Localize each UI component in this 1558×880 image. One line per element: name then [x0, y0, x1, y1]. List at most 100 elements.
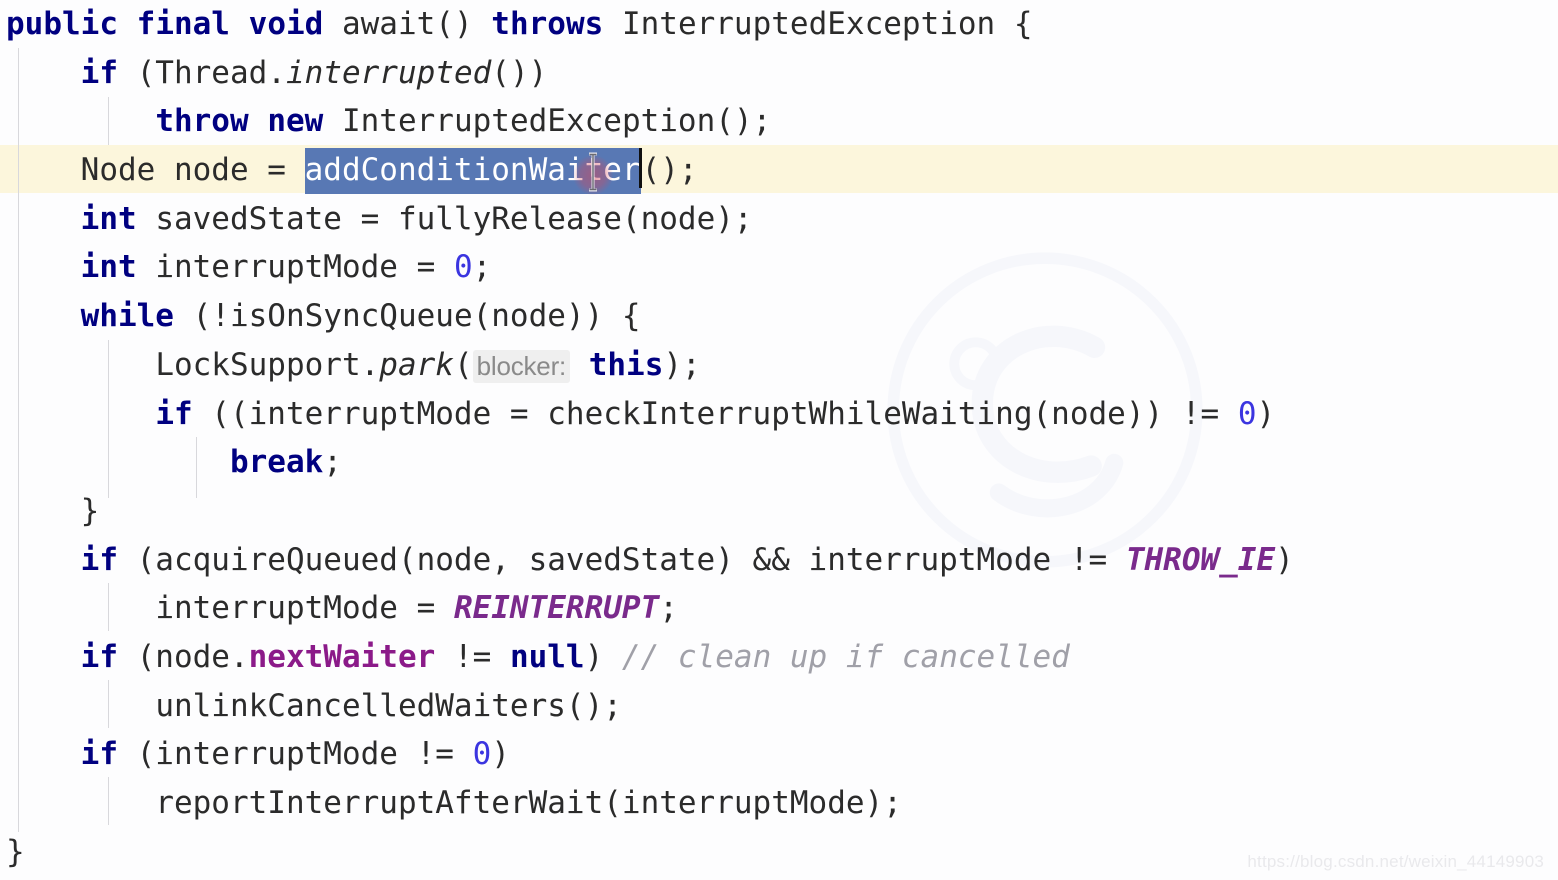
code-token-plain: )	[491, 736, 510, 773]
code-token-kw: new	[267, 103, 324, 140]
code-line[interactable]: interruptMode = REINTERRUPT;	[0, 584, 1294, 633]
code-token-plain: ;	[323, 444, 342, 481]
code-line[interactable]: unlinkCancelledWaiters();	[0, 682, 1294, 731]
code-token-plain: (!isOnSyncQueue(node)) {	[173, 298, 641, 335]
url-watermark: https://blog.csdn.net/weixin_44149903	[1247, 852, 1544, 871]
code-token-plain: }	[6, 833, 25, 870]
code-line[interactable]: int interruptMode = 0;	[0, 243, 1294, 292]
code-token-kw: int	[80, 249, 137, 286]
code-token-kw: int	[80, 200, 137, 237]
code-editor-screenshot: public final void await() throws Interru…	[0, 0, 1558, 880]
code-token-field: nextWaiter	[248, 638, 436, 675]
code-token-kw: while	[80, 298, 174, 335]
code-line[interactable]: int savedState = fullyRelease(node);	[0, 195, 1294, 244]
code-token-const: THROW_IE	[1125, 541, 1276, 578]
code-token-plain: savedState = fullyRelease(node);	[136, 200, 753, 237]
code-token-plain: (acquireQueued(node, savedState) && inte…	[117, 541, 1126, 578]
code-line[interactable]: while (!isOnSyncQueue(node)) {	[0, 292, 1294, 341]
code-token-kw: if	[80, 541, 118, 578]
code-line[interactable]: Node node = addConditionWaiter();	[0, 146, 1294, 195]
code-token-kw: if	[80, 736, 118, 773]
code-token-plain: InterruptedException();	[341, 103, 772, 140]
code-token-plain: ;	[472, 249, 492, 286]
code-line[interactable]: public final void await() throws Interru…	[0, 0, 1294, 49]
code-token-kw: if	[80, 638, 118, 675]
code-token-plain: LockSupport.	[155, 346, 380, 383]
code-line[interactable]: if (node.nextWaiter != null) // clean up…	[0, 633, 1294, 682]
code-token-plain: );	[663, 346, 701, 383]
code-token-kw: break	[229, 444, 324, 481]
code-token-ital: interrupted	[285, 54, 492, 91]
code-token-kw: throw	[155, 103, 249, 140]
code-token-plain: (Thread.	[117, 54, 286, 91]
code-token-kw: public	[6, 6, 118, 42]
code-token-plain: !=	[435, 638, 510, 675]
code-token-plain: Node node =	[80, 152, 305, 189]
code-token-const: REINTERRUPT	[453, 590, 660, 627]
code-token-plain: )	[1256, 395, 1276, 432]
code-token-kw: final	[136, 6, 230, 42]
code-token-plain: (	[453, 346, 473, 383]
code-token-kw: void	[248, 6, 324, 42]
code-line[interactable]: LockSupport.park(blocker: this);	[0, 341, 1294, 390]
code-token-plain: }	[80, 492, 100, 529]
code-token-plain: (interruptMode !=	[117, 736, 473, 773]
code-token-hint: blocker:	[472, 349, 571, 383]
code-token-num: 0	[472, 736, 492, 773]
code-line[interactable]: }	[0, 487, 1294, 536]
code-token-plain: InterruptedException {	[621, 6, 1033, 42]
code-token-plain: (node.	[117, 638, 249, 675]
code-line[interactable]: if (interruptMode != 0)	[0, 730, 1294, 779]
code-line[interactable]: break;	[0, 438, 1294, 487]
code-line[interactable]: throw new InterruptedException();	[0, 97, 1294, 146]
code-area[interactable]: public final void await() throws Interru…	[0, 0, 1294, 876]
code-token-kw: throws	[491, 6, 604, 42]
code-token-plain: ((interruptMode = checkInterruptWhileWai…	[192, 395, 1238, 432]
code-line[interactable]: reportInterruptAfterWait(interruptMode);	[0, 779, 1294, 828]
code-token-num: 0	[1237, 395, 1257, 432]
code-token-plain: )	[1275, 541, 1294, 578]
code-token-plain: interruptMode =	[136, 249, 454, 286]
code-token-plain: )	[584, 638, 622, 675]
code-token-kw: if	[80, 54, 118, 91]
code-token-kw: this	[588, 346, 664, 383]
code-token-plain: ;	[659, 590, 678, 627]
code-line[interactable]: if (Thread.interrupted())	[0, 49, 1294, 98]
code-token-plain: interruptMode =	[155, 590, 454, 627]
code-token-cmt: // clean up if cancelled	[621, 638, 1070, 675]
code-line[interactable]: }	[0, 828, 1294, 877]
code-token-num: 0	[453, 249, 473, 286]
code-token-kw: if	[155, 395, 193, 432]
code-token-plain: ())	[491, 54, 548, 91]
code-line[interactable]: if ((interruptMode = checkInterruptWhile…	[0, 390, 1294, 439]
code-token-sel: addConditionWaiter	[304, 148, 641, 195]
code-token-plain: reportInterruptAfterWait(interruptMode);	[155, 785, 902, 821]
code-line[interactable]: if (acquireQueued(node, savedState) && i…	[0, 536, 1294, 585]
code-token-plain: ();	[641, 152, 698, 189]
code-token-plain: await()	[341, 6, 492, 42]
code-token-plain: unlinkCancelledWaiters();	[155, 687, 622, 724]
